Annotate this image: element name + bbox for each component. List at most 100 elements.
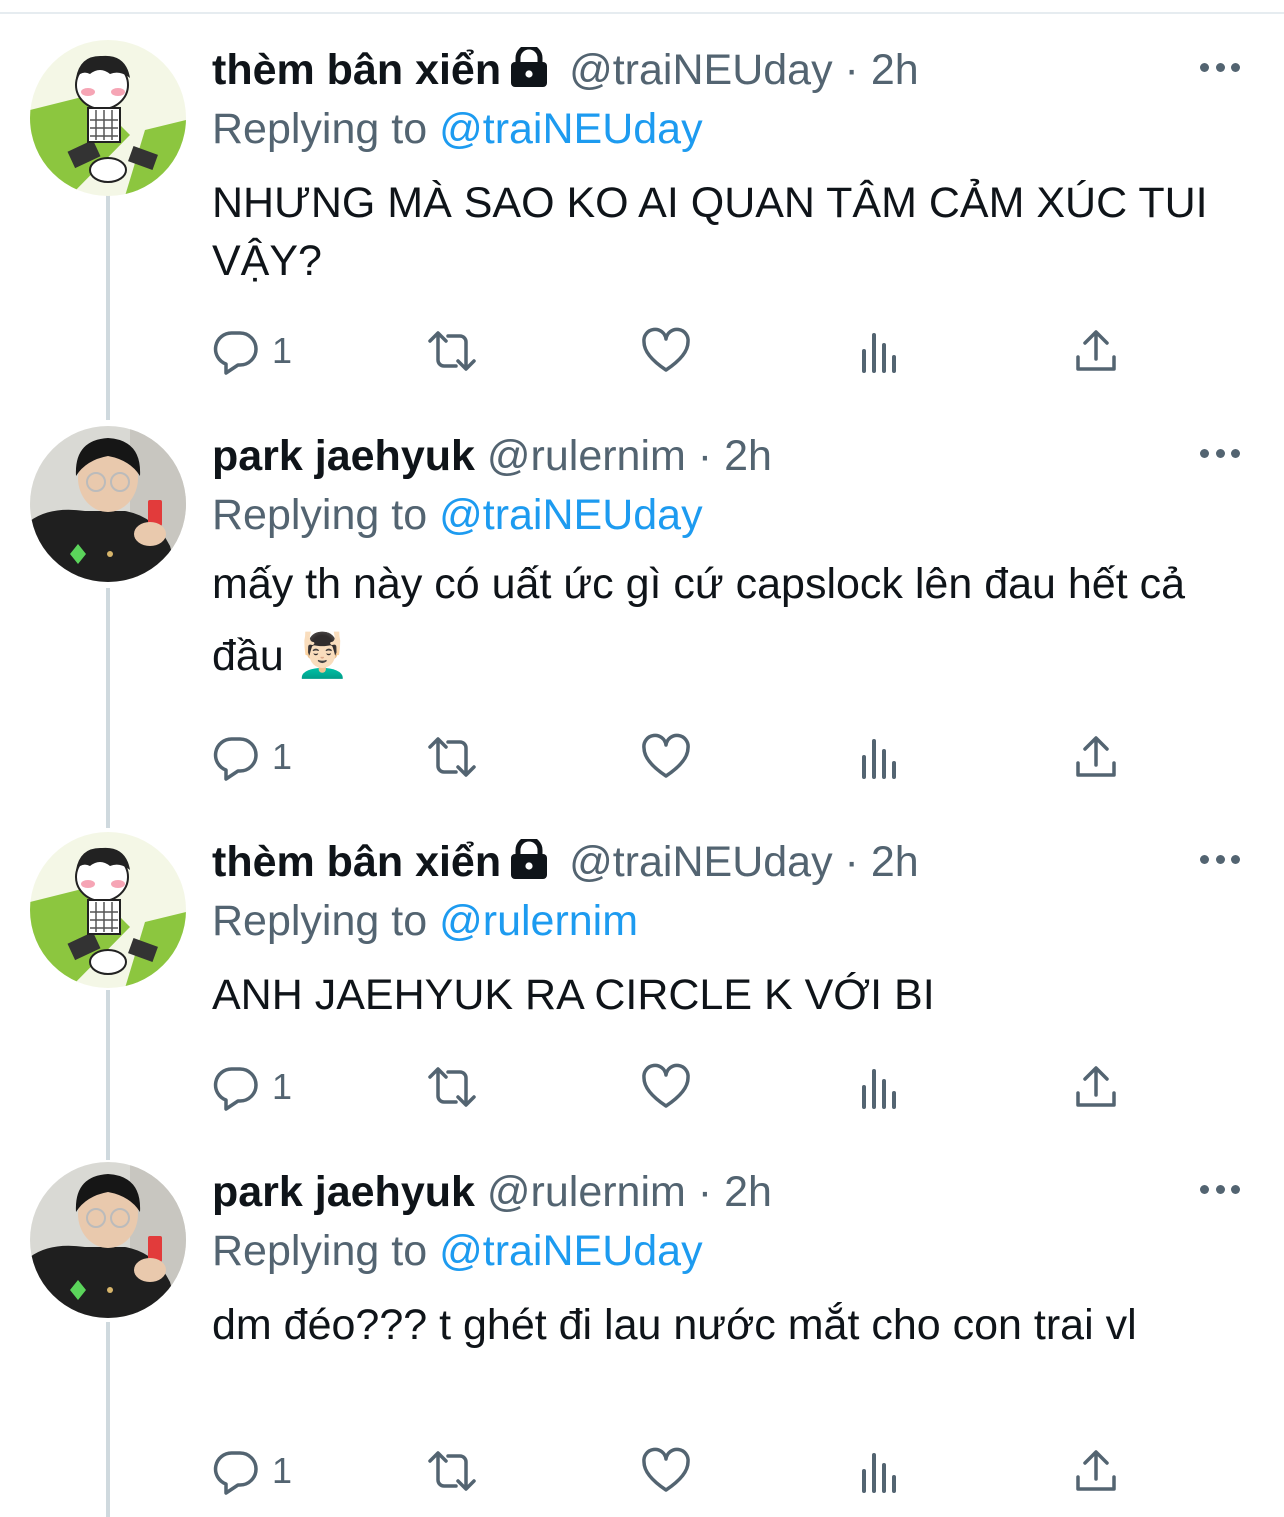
more-icon[interactable]: [1200, 1185, 1240, 1197]
retweet-button[interactable]: [424, 1446, 480, 1496]
more-icon[interactable]: [1200, 63, 1240, 75]
top-divider: [0, 12, 1284, 14]
user-handle[interactable]: @rulernim: [487, 432, 686, 480]
more-dot: [1231, 1185, 1240, 1194]
more-dot: [1215, 1185, 1225, 1194]
lock-icon: [507, 835, 551, 895]
more-dot: [1231, 63, 1240, 72]
reply-icon: [213, 331, 258, 375]
reply-button[interactable]: 1: [212, 1446, 292, 1496]
avatar[interactable]: [30, 40, 186, 196]
action-bar: 1: [212, 326, 1132, 376]
views-button[interactable]: [858, 1062, 902, 1112]
separator-dot: ·: [697, 432, 713, 480]
tweet-content: park jaehyuk @rulernim · 2h Replying to …: [212, 426, 1222, 692]
replying-label: Replying to: [212, 1227, 428, 1275]
user-handle[interactable]: @traiNEUday: [569, 838, 833, 886]
replying-to-link[interactable]: @traiNEUday: [439, 491, 703, 539]
reply-button[interactable]: 1: [212, 326, 292, 376]
more-dot: [1200, 1185, 1209, 1194]
avatar[interactable]: [30, 426, 186, 582]
reply-count: 1: [272, 1066, 293, 1107]
action-bar: 1: [212, 732, 1132, 782]
reply-icon: [213, 737, 258, 781]
retweet-button[interactable]: [424, 1062, 480, 1112]
views-icon: [862, 739, 896, 779]
like-button[interactable]: [640, 326, 692, 376]
like-button[interactable]: [640, 1446, 692, 1496]
views-button[interactable]: [858, 732, 902, 782]
user-handle[interactable]: @traiNEUday: [569, 46, 833, 94]
action-bar: 1: [212, 1446, 1132, 1496]
share-icon: [1076, 1066, 1116, 1107]
replying-to: Replying to @rulernim: [212, 892, 1222, 950]
replying-label: Replying to: [212, 105, 428, 153]
tweet-header: park jaehyuk @rulernim · 2h: [212, 426, 1222, 486]
retweet-button[interactable]: [424, 732, 480, 782]
separator-dot: ·: [844, 46, 859, 94]
share-button[interactable]: [1074, 1446, 1118, 1496]
thread-line: [106, 170, 110, 420]
reply-button[interactable]: 1: [212, 1062, 292, 1112]
reply-button[interactable]: 1: [212, 732, 292, 782]
more-icon[interactable]: [1200, 855, 1240, 867]
tweet-text: dm đéo??? t ghét đi lau nước mắt cho con…: [212, 1301, 1137, 1349]
share-icon: [1076, 330, 1116, 371]
photo-avatar-image: [30, 426, 186, 582]
replying-to-link[interactable]: @rulernim: [439, 897, 638, 945]
reply-icon: [213, 1067, 258, 1111]
more-icon[interactable]: [1200, 449, 1240, 461]
timestamp[interactable]: 2h: [724, 432, 772, 480]
views-button[interactable]: [858, 1446, 902, 1496]
timestamp[interactable]: 2h: [871, 838, 919, 886]
share-button[interactable]: [1074, 326, 1118, 376]
user-handle[interactable]: @rulernim: [487, 1168, 686, 1216]
timestamp[interactable]: 2h: [724, 1168, 772, 1216]
tweet-content: thèm bân xiển @traiNEUday · 2h Replying …: [212, 832, 1222, 1024]
avatar[interactable]: [30, 832, 186, 988]
separator-dot: ·: [844, 838, 859, 886]
tweet-text: ANH JAEHYUK RA CIRCLE K VỚI BI: [212, 971, 935, 1019]
display-name[interactable]: park jaehyuk: [212, 432, 475, 480]
share-button[interactable]: [1074, 732, 1118, 782]
action-bar: 1: [212, 1062, 1132, 1112]
tweet-header: thèm bân xiển @traiNEUday · 2h: [212, 832, 1222, 892]
views-icon: [862, 1453, 896, 1493]
replying-to-link[interactable]: @traiNEUday: [439, 105, 703, 153]
tweet-text: mấy th này có uất ức gì cứ capslock lên …: [212, 560, 1197, 680]
more-dot: [1215, 449, 1225, 458]
timestamp[interactable]: 2h: [871, 46, 919, 94]
share-button[interactable]: [1074, 1062, 1118, 1112]
like-icon: [642, 733, 690, 778]
more-dot: [1215, 855, 1225, 864]
like-button[interactable]: [640, 1062, 692, 1112]
replying-to: Replying to @traiNEUday: [212, 100, 1222, 158]
replying-label: Replying to: [212, 897, 428, 945]
like-icon: [642, 1063, 690, 1108]
replying-to-link[interactable]: @traiNEUday: [439, 1227, 703, 1275]
avatar[interactable]: [30, 1162, 186, 1318]
reply-count: 1: [272, 330, 293, 371]
display-name[interactable]: thèm bân xiển: [212, 46, 501, 94]
views-button[interactable]: [858, 326, 902, 376]
retweet-button[interactable]: [424, 326, 480, 376]
replying-to: Replying to @traiNEUday: [212, 486, 1222, 544]
reply-icon: [213, 1451, 258, 1495]
display-name[interactable]: park jaehyuk: [212, 1168, 475, 1216]
more-dot: [1231, 855, 1240, 864]
like-icon: [642, 327, 690, 372]
replying-to: Replying to @traiNEUday: [212, 1222, 1222, 1280]
more-dot: [1200, 63, 1209, 72]
retweet-icon: [428, 1067, 476, 1107]
views-icon: [862, 1069, 896, 1109]
tweet-text: NHƯNG MÀ SAO KO AI QUAN TÂM CẢM XÚC TUI …: [212, 179, 1220, 285]
thread-line: [106, 588, 110, 828]
replying-label: Replying to: [212, 491, 428, 539]
lock-icon: [507, 43, 551, 103]
photo-avatar-image: [30, 1162, 186, 1318]
display-name[interactable]: thèm bân xiển: [212, 838, 501, 886]
more-dot: [1215, 63, 1225, 72]
cartoon-avatar-image: [30, 832, 186, 988]
like-button[interactable]: [640, 732, 692, 782]
cartoon-avatar-image: [30, 40, 186, 196]
